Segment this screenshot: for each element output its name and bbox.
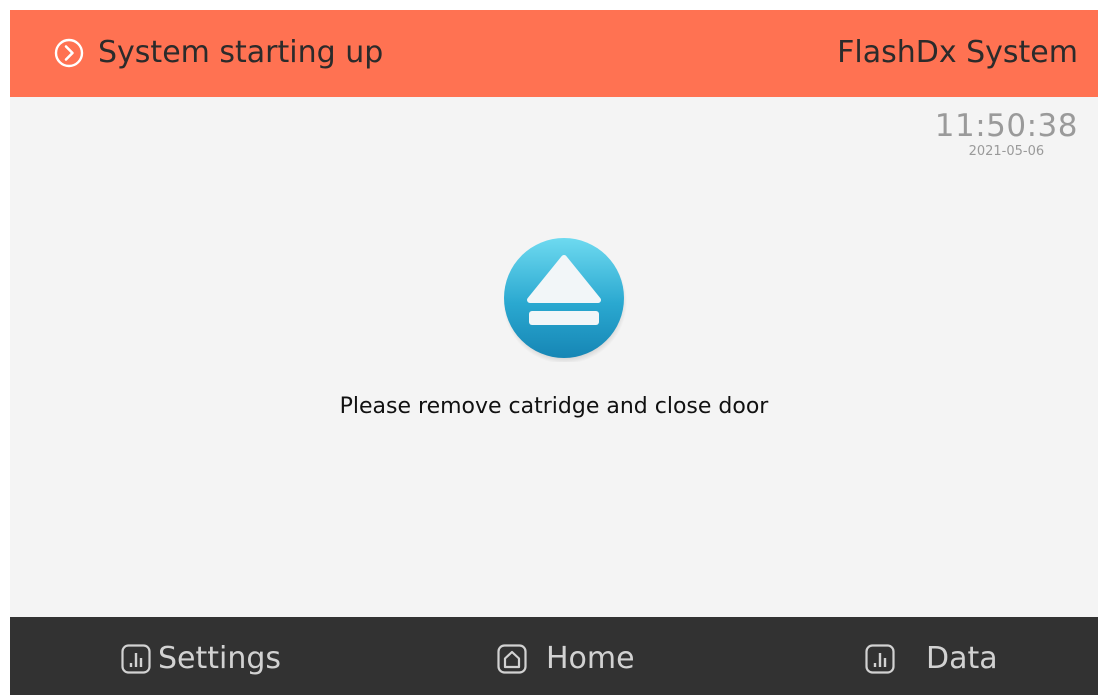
footer-nav: Settings Home Data xyxy=(10,617,1098,695)
chevron-right-circle-icon xyxy=(54,38,84,68)
nav-settings-button[interactable]: Settings xyxy=(120,639,281,679)
bar-chart-icon xyxy=(121,644,151,674)
eject-icon xyxy=(503,238,627,362)
clock: 11:50:38 2021-05-06 xyxy=(935,108,1078,160)
nav-home-label: Home xyxy=(546,641,635,676)
nav-settings-label: Settings xyxy=(158,641,282,676)
device-screen: System starting up FlashDx System 11:50:… xyxy=(10,10,1098,695)
clock-time: 11:50:38 xyxy=(934,108,1078,144)
instruction-message: Please remove catridge and close door xyxy=(339,394,769,419)
nav-data-label: Data xyxy=(926,641,998,676)
nav-home-button[interactable]: Home xyxy=(496,639,635,679)
nav-data-button[interactable]: Data xyxy=(864,639,998,679)
home-icon xyxy=(497,644,527,674)
system-name: FlashDx System xyxy=(837,35,1078,70)
clock-date: 2021-05-06 xyxy=(968,144,1045,159)
status-text: System starting up xyxy=(98,35,384,70)
bar-chart-icon xyxy=(865,644,895,674)
header-bar: System starting up FlashDx System xyxy=(10,10,1098,97)
